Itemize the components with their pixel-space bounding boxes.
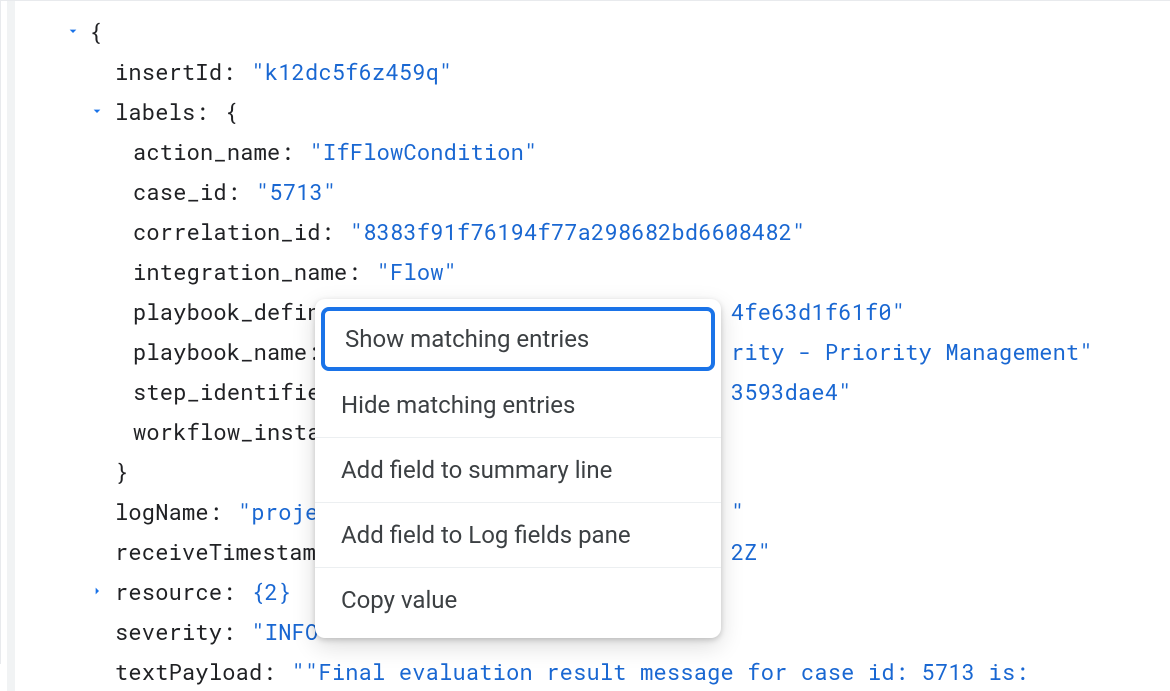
field-insertId[interactable]: insertId: "k12dc5f6z459q": [31, 51, 1170, 91]
json-key: labels: [115, 97, 195, 126]
context-menu: Show matching entries Hide matching entr…: [315, 299, 721, 638]
json-key: correlation_id: [133, 217, 321, 246]
menu-item-label: Add field to Log fields pane: [341, 521, 631, 549]
menu-add-log-fields[interactable]: Add field to Log fields pane: [315, 503, 721, 568]
json-value: "k12dc5f6z459q": [251, 57, 452, 86]
json-key: insertId: [115, 57, 222, 86]
json-key: receiveTimestamp: [115, 537, 329, 566]
json-key: workflow_instan: [133, 417, 334, 446]
menu-add-summary[interactable]: Add field to summary line: [315, 438, 721, 503]
menu-copy-value[interactable]: Copy value: [315, 568, 721, 632]
json-key: textPayload: [115, 657, 262, 686]
json-key: playbook_name: [133, 337, 307, 366]
menu-show-matching[interactable]: Show matching entries: [321, 307, 715, 371]
json-value-tail: 4fe63d1f61f0": [731, 297, 905, 326]
json-value: "Flow": [377, 257, 457, 286]
json-key: severity: [115, 617, 222, 646]
field-case_id[interactable]: case_id: "5713": [31, 171, 1170, 211]
json-value: "IfFlowCondition": [310, 137, 538, 166]
menu-item-label: Show matching entries: [345, 325, 589, 353]
menu-item-label: Hide matching entries: [341, 391, 575, 419]
collapse-icon[interactable]: [85, 103, 109, 119]
json-value: ""Final evaluation result message for ca…: [292, 657, 1029, 686]
brace-open: {: [89, 17, 102, 46]
json-key: action_name: [133, 137, 280, 166]
field-action_name[interactable]: action_name: "IfFlowCondition": [31, 131, 1170, 171]
json-value-tail: rity - Priority Management": [731, 337, 1093, 366]
field-correlation_id[interactable]: correlation_id: "8383f91f76194f77a298682…: [31, 211, 1170, 251]
json-key: logName: [115, 497, 209, 526]
json-value: "8383f91f76194f77a298682bd6608482": [350, 217, 806, 246]
json-summary: {2}: [251, 577, 291, 606]
json-key: resource: [115, 577, 222, 606]
json-value: "5713": [256, 177, 336, 206]
json-value-right: ": [731, 497, 744, 526]
field-labels[interactable]: labels: {: [31, 91, 1170, 131]
menu-hide-matching[interactable]: Hide matching entries: [315, 373, 721, 438]
menu-item-label: Copy value: [341, 586, 457, 614]
json-root-open[interactable]: {: [31, 11, 1170, 51]
json-key: playbook_defini: [133, 297, 334, 326]
collapse-icon[interactable]: [61, 23, 85, 39]
json-key: step_identifier: [133, 377, 334, 406]
brace-open: {: [225, 97, 238, 126]
menu-item-label: Add field to summary line: [341, 456, 612, 484]
expand-icon[interactable]: [85, 583, 109, 599]
json-value-tail: 3593dae4": [731, 377, 852, 406]
field-integration_name[interactable]: integration_name: "Flow": [31, 251, 1170, 291]
json-key: case_id: [133, 177, 227, 206]
brace-close: }: [115, 457, 128, 486]
json-key: integration_name: [133, 257, 347, 286]
json-value-right: 2Z": [731, 537, 771, 566]
field-textPayload[interactable]: textPayload: ""Final evaluation result m…: [31, 651, 1170, 691]
